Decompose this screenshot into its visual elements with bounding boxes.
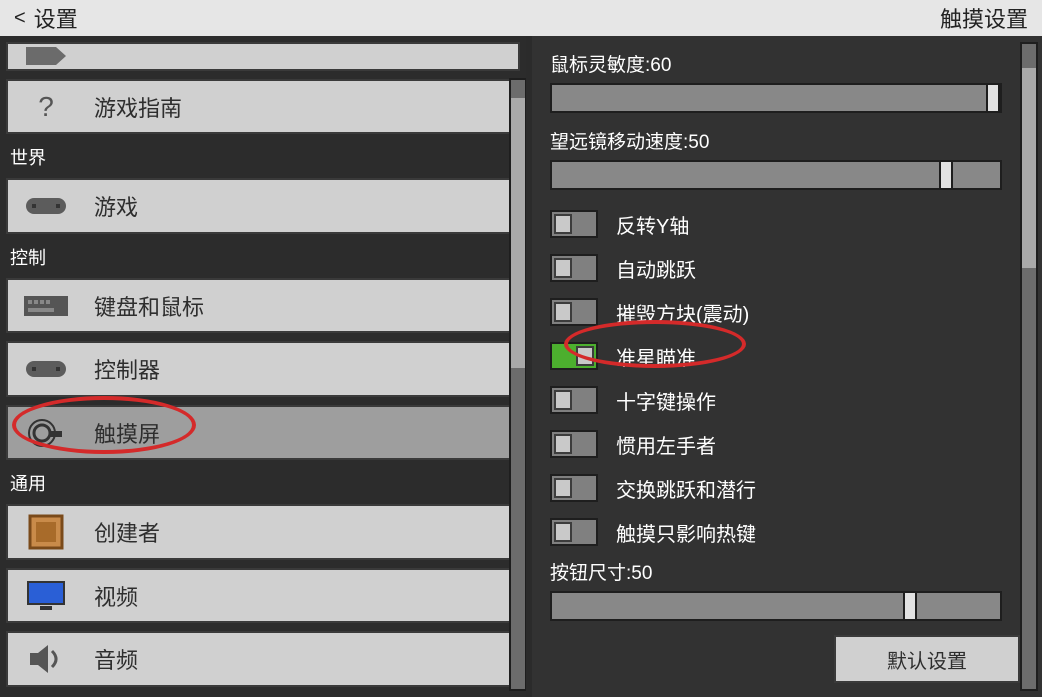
question-icon: ?: [22, 91, 70, 123]
toggle-label-3: 准星瞄准: [616, 342, 696, 371]
speaker-icon: [22, 643, 70, 675]
top-bar: < 设置 触摸设置: [0, 0, 1042, 36]
slider-buttonsize[interactable]: [550, 591, 1002, 621]
slider-spyglass[interactable]: [550, 160, 1002, 190]
toggle-5[interactable]: [550, 430, 598, 458]
sidebar-item-label: 控制器: [94, 353, 160, 385]
monitor-icon: [22, 580, 70, 612]
settings-sidebar: ? 游戏指南 世界 游戏 控制 键盘和鼠标 控制器 触摸: [0, 36, 532, 697]
panel-scrollbar[interactable]: [1020, 42, 1038, 691]
toggle-label-0: 反转Y轴: [616, 210, 689, 239]
toggle-row-6: 交换跳跃和潜行: [550, 468, 1042, 508]
sidebar-item-audio[interactable]: 音频: [6, 631, 520, 687]
toggle-3[interactable]: [550, 342, 598, 370]
sidebar-item-label: 游戏指南: [94, 91, 182, 123]
toggle-row-7: 触摸只影响热键: [550, 512, 1042, 552]
slider-label-buttonsize: 按钮尺寸:50: [550, 558, 1042, 585]
keyboard-icon: [22, 294, 70, 318]
arrow-icon: [22, 47, 70, 65]
toggle-row-3: 准星瞄准: [550, 336, 1042, 376]
toggle-4[interactable]: [550, 386, 598, 414]
sidebar-item-creator[interactable]: 创建者: [6, 504, 520, 560]
sidebar-item-partial[interactable]: [6, 42, 520, 71]
slider-label-spyglass: 望远镜移动速度:50: [550, 127, 1042, 154]
toggle-row-0: 反转Y轴: [550, 204, 1042, 244]
toggle-7[interactable]: [550, 518, 598, 546]
gamepad-icon: [22, 192, 70, 220]
toggle-2[interactable]: [550, 298, 598, 326]
toggle-label-1: 自动跳跃: [616, 254, 696, 283]
slider-sensitivity[interactable]: [550, 83, 1002, 113]
toggle-6[interactable]: [550, 474, 598, 502]
slider-label-sensitivity: 鼠标灵敏度:60: [550, 50, 1042, 77]
sidebar-item-video[interactable]: 视频: [6, 568, 520, 624]
sidebar-item-label: 游戏: [94, 190, 138, 222]
creator-icon: [22, 514, 70, 550]
settings-panel: 鼠标灵敏度:60 望远镜移动速度:50 反转Y轴自动跳跃摧毁方块(震动) 准星瞄准…: [532, 36, 1042, 697]
sidebar-scrollbar[interactable]: [509, 78, 527, 691]
sidebar-item-label: 视频: [94, 580, 138, 612]
section-label-control: 控制: [6, 238, 520, 274]
toggle-label-6: 交换跳跃和潜行: [616, 474, 756, 503]
sidebar-item-guide[interactable]: ? 游戏指南: [6, 79, 520, 135]
sidebar-item-label: 音频: [94, 643, 138, 675]
sidebar-item-controller[interactable]: 控制器: [6, 341, 520, 397]
gamepad-icon: [22, 355, 70, 383]
toggle-label-4: 十字键操作: [616, 386, 716, 415]
toggle-0[interactable]: [550, 210, 598, 238]
subpage-title: 触摸设置: [940, 2, 1028, 34]
section-label-world: 世界: [6, 138, 520, 174]
toggle-row-1: 自动跳跃: [550, 248, 1042, 288]
touch-icon: [22, 417, 70, 449]
sidebar-item-label: 键盘和鼠标: [94, 290, 204, 322]
sidebar-item-label: 触摸屏: [94, 417, 160, 449]
toggle-label-5: 惯用左手者: [616, 430, 716, 459]
toggle-label-7: 触摸只影响热键: [616, 518, 756, 547]
back-chevron-icon[interactable]: <: [14, 7, 26, 30]
sidebar-item-game[interactable]: 游戏: [6, 178, 520, 234]
page-title: 设置: [34, 2, 78, 34]
toggle-label-2: 摧毁方块(震动): [616, 298, 749, 327]
toggle-1[interactable]: [550, 254, 598, 282]
sidebar-item-label: 创建者: [94, 516, 160, 548]
sidebar-item-touchscreen[interactable]: 触摸屏: [6, 405, 520, 461]
toggle-row-2: 摧毁方块(震动): [550, 292, 1042, 332]
default-settings-button[interactable]: 默认设置: [834, 635, 1020, 683]
section-label-general: 通用: [6, 464, 520, 500]
toggle-row-4: 十字键操作: [550, 380, 1042, 420]
toggle-row-5: 惯用左手者: [550, 424, 1042, 464]
sidebar-item-keyboard[interactable]: 键盘和鼠标: [6, 278, 520, 334]
